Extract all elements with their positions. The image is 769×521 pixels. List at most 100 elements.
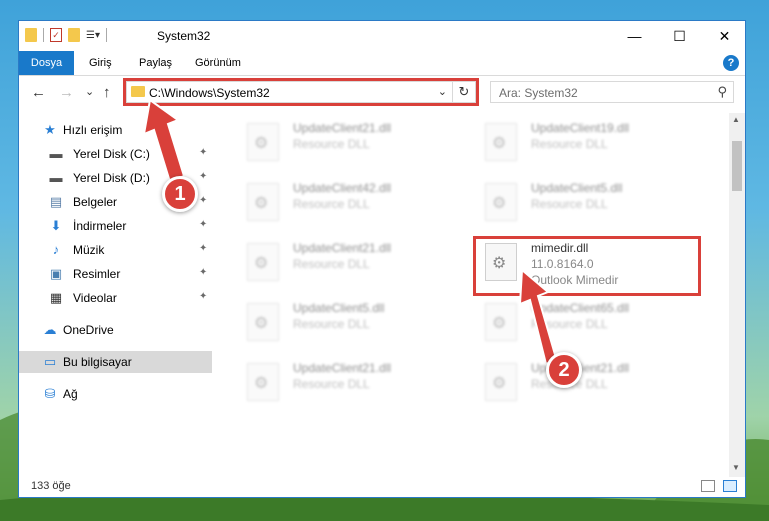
sidebar-item-label: Yerel Disk (C:) xyxy=(73,147,150,161)
file-description: Resource DLL xyxy=(293,377,370,391)
dll-file-icon: ⚙ xyxy=(247,363,279,401)
help-icon[interactable]: ? xyxy=(723,55,739,71)
folder-icon xyxy=(25,28,37,42)
new-folder-icon[interactable] xyxy=(68,28,80,42)
dll-file-icon: ⚙ xyxy=(485,363,517,401)
sidebar-item-label: OneDrive xyxy=(63,323,114,337)
dll-file-icon: ⚙ xyxy=(485,123,517,161)
quick-access-toolbar: ✓ ☰▾ xyxy=(25,28,107,42)
up-button[interactable]: ↑ xyxy=(103,84,111,101)
scroll-up-arrow-icon[interactable]: ▲ xyxy=(732,115,740,124)
dll-file-icon: ⚙ xyxy=(247,123,279,161)
pin-icon[interactable]: ✦ xyxy=(199,219,207,230)
explorer-window: ✓ ☰▾ System32 — ☐ ✕ Dosya Giriş Paylaş G… xyxy=(18,20,746,498)
large-icons-view-icon[interactable] xyxy=(723,480,737,492)
tab-share[interactable]: Paylaş xyxy=(131,51,180,75)
sidebar-item-videos[interactable]: ▦ Videolar ✦ xyxy=(19,287,212,309)
sidebar-item-label: İndirmeler xyxy=(73,219,127,233)
sidebar-item-label: Belgeler xyxy=(73,195,118,209)
back-button[interactable]: ← xyxy=(31,84,46,101)
separator xyxy=(43,28,44,42)
pin-icon[interactable]: ✦ xyxy=(199,171,207,182)
search-input[interactable]: Ara: System32 xyxy=(499,86,578,100)
pin-icon[interactable]: ✦ xyxy=(199,147,207,158)
dll-file-icon: ⚙ xyxy=(247,243,279,281)
address-highlight-box xyxy=(123,78,479,106)
sidebar-item-label: Resimler xyxy=(73,267,121,281)
sidebar-item-music[interactable]: ♪ Müzik ✦ xyxy=(19,239,212,261)
dll-file-icon: ⚙ xyxy=(247,303,279,341)
sidebar-item-onedrive[interactable]: ☁ OneDrive xyxy=(19,319,212,341)
file-item[interactable]: ⚙ UpdateClient5.dll Resource DLL xyxy=(477,179,697,225)
vertical-scrollbar[interactable]: ▲ ▼ xyxy=(729,113,745,477)
file-name: UpdateClient21.dll xyxy=(293,241,392,255)
file-description: Resource DLL xyxy=(293,257,370,271)
sidebar-item-local-disk-c[interactable]: ▬ Yerel Disk (C:) ✦ xyxy=(19,143,212,165)
file-name: UpdateClient42.dll xyxy=(293,181,392,195)
download-icon: ⬇ xyxy=(50,218,62,233)
file-item[interactable]: ⚙ UpdateClient19.dll Resource DLL xyxy=(477,119,697,165)
drive-icon: ▬ xyxy=(49,170,63,185)
network-icon: ⛁ xyxy=(44,386,56,401)
properties-icon[interactable]: ✓ xyxy=(50,28,62,42)
sidebar-item-pictures[interactable]: ▣ Resimler ✦ xyxy=(19,263,212,285)
details-view-icon[interactable] xyxy=(701,480,715,492)
sidebar-item-label: Bu bilgisayar xyxy=(63,355,132,369)
pin-icon[interactable]: ✦ xyxy=(199,267,207,278)
maximize-button[interactable]: ☐ xyxy=(657,21,702,51)
file-list: ⚙ UpdateClient21.dll Resource DLL ⚙ Upda… xyxy=(231,113,727,473)
sidebar-item-downloads[interactable]: ⬇ İndirmeler ✦ xyxy=(19,215,212,237)
music-icon: ♪ xyxy=(52,242,60,257)
file-item[interactable]: ⚙ UpdateClient65.dll Resource DLL xyxy=(477,299,697,345)
tab-file[interactable]: Dosya xyxy=(19,51,74,75)
pin-icon[interactable]: ✦ xyxy=(199,243,207,254)
status-bar: 133 öğe xyxy=(19,477,745,497)
scroll-thumb[interactable] xyxy=(732,141,742,191)
picture-icon: ▣ xyxy=(49,266,63,281)
file-highlight-box xyxy=(473,236,701,296)
search-box[interactable]: Ara: System32 ⚲ xyxy=(490,81,734,103)
ribbon-tabs: Dosya Giriş Paylaş Görünüm ? xyxy=(19,51,745,76)
minimize-button[interactable]: — xyxy=(612,21,657,51)
sidebar-item-this-pc[interactable]: ▭ Bu bilgisayar xyxy=(19,351,212,373)
tab-home[interactable]: Giriş xyxy=(81,51,120,75)
window-title: System32 xyxy=(157,29,211,43)
cloud-icon: ☁ xyxy=(43,322,57,337)
file-item[interactable]: ⚙ UpdateClient21.dll Resource DLL xyxy=(239,119,459,165)
file-item[interactable]: ⚙ UpdateClient21.dll Resource DLL xyxy=(239,239,459,285)
file-description: Resource DLL xyxy=(531,197,608,211)
file-item[interactable]: ⚙ UpdateClient5.dll Resource DLL xyxy=(239,299,459,345)
file-item[interactable]: ⚙ UpdateClient42.dll Resource DLL xyxy=(239,179,459,225)
file-name: UpdateClient19.dll xyxy=(531,121,630,135)
item-count: 133 öğe xyxy=(31,480,71,492)
drive-icon: ▬ xyxy=(49,146,63,161)
recent-locations-button[interactable]: ⌄ xyxy=(85,85,94,98)
file-item[interactable]: ⚙ UpdateClient21.dll Resource DLL xyxy=(477,359,697,405)
search-icon[interactable]: ⚲ xyxy=(717,84,727,100)
pin-icon[interactable]: ✦ xyxy=(199,195,207,206)
file-description: Resource DLL xyxy=(531,317,608,331)
step-badge-1: 1 xyxy=(162,176,198,212)
sidebar-item-network[interactable]: ⛁ Ağ xyxy=(19,383,212,405)
document-icon: ▤ xyxy=(49,194,63,209)
title-bar: ✓ ☰▾ System32 — ☐ ✕ xyxy=(19,21,745,51)
pin-icon[interactable]: ✦ xyxy=(199,291,207,302)
scroll-down-arrow-icon[interactable]: ▼ xyxy=(732,463,740,472)
video-icon: ▦ xyxy=(49,290,63,305)
close-button[interactable]: ✕ xyxy=(702,21,747,51)
computer-icon: ▭ xyxy=(43,354,57,369)
file-item[interactable]: ⚙ UpdateClient21.dll Resource DLL xyxy=(239,359,459,405)
sidebar-item-label: Yerel Disk (D:) xyxy=(73,171,150,185)
file-name: UpdateClient21.dll xyxy=(293,361,392,375)
tab-view[interactable]: Görünüm xyxy=(187,51,249,75)
customize-toolbar-icon[interactable]: ☰▾ xyxy=(86,30,100,41)
navigation-bar: ← → ⌄ ↑ C:\Windows\System32 ⌄ ↻ Ara: Sys… xyxy=(19,77,745,109)
sidebar-item-quick-access[interactable]: ★ Hızlı erişim xyxy=(19,119,212,141)
forward-button[interactable]: → xyxy=(59,84,74,101)
sidebar-item-label: Müzik xyxy=(73,243,105,257)
file-description: Resource DLL xyxy=(293,197,370,211)
sidebar-item-label: Hızlı erişim xyxy=(63,123,123,137)
navigation-pane: ★ Hızlı erişim ▬ Yerel Disk (C:) ✦ ▬ Yer… xyxy=(19,113,212,473)
file-description: Resource DLL xyxy=(293,317,370,331)
sidebar-item-label: Videolar xyxy=(73,291,117,305)
